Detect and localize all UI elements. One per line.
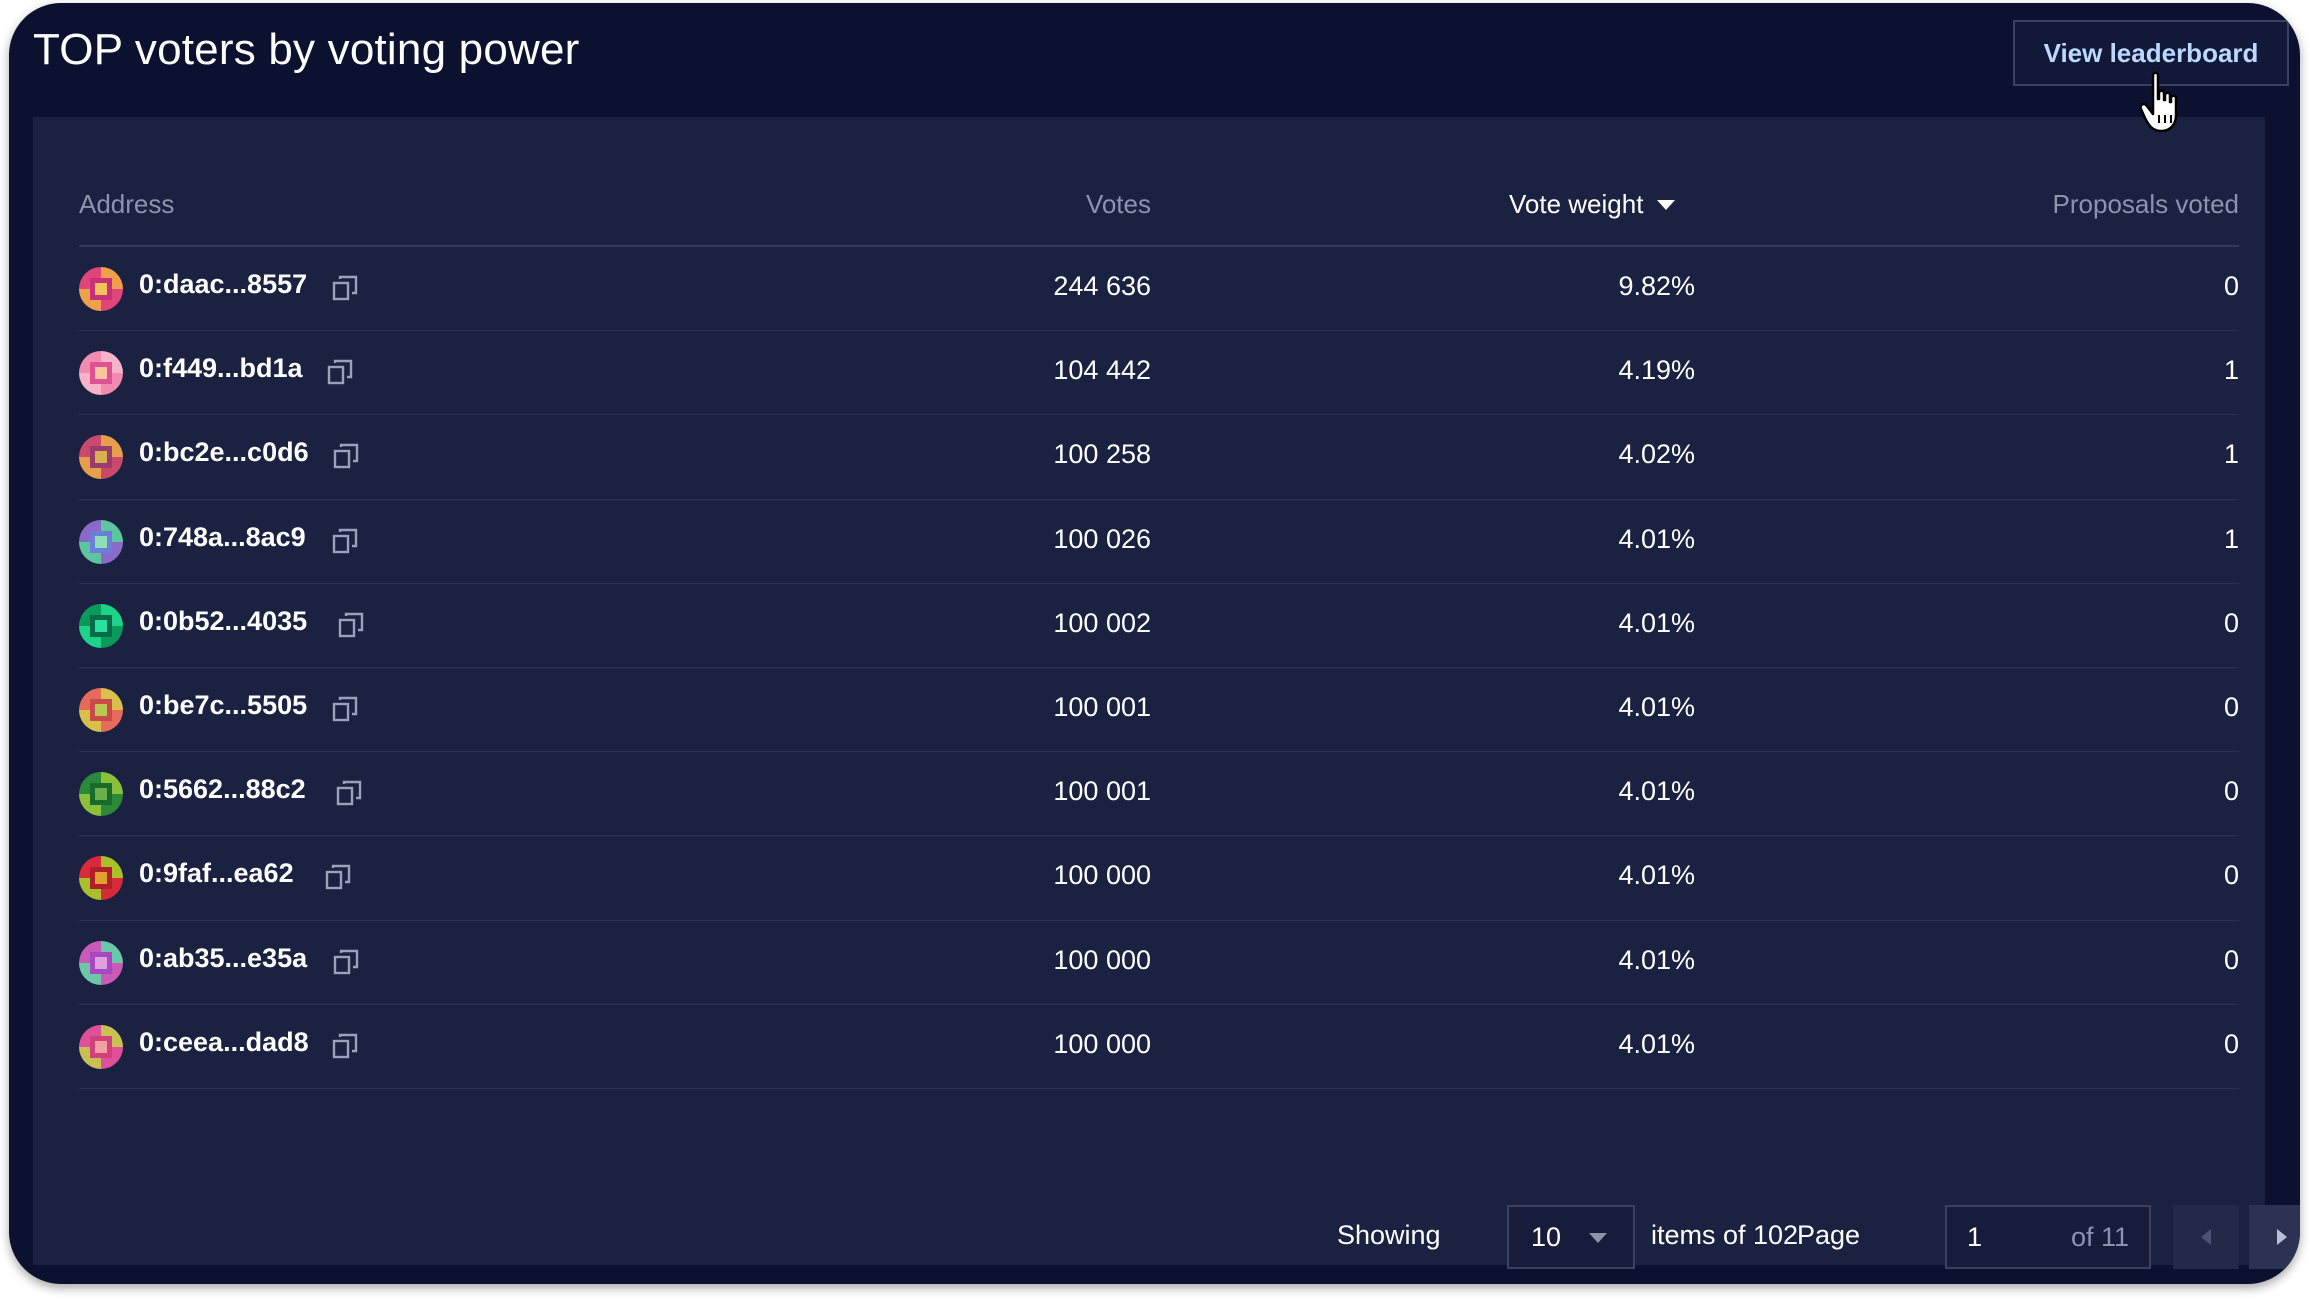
next-page-button[interactable] <box>2249 1205 2300 1269</box>
avatar <box>79 519 123 564</box>
vote-weight-value: 4.19% <box>1618 355 1695 386</box>
total-pages-label: of 11 <box>2070 1222 2129 1252</box>
avatar <box>79 856 123 901</box>
proposals-voted-value: 1 <box>2223 523 2239 554</box>
pagination: Showing 10 items of 102 Page 1 of 11 <box>79 1205 2300 1269</box>
copy-icon[interactable] <box>331 274 359 302</box>
page-size-select[interactable]: 10 <box>1507 1205 1635 1269</box>
avatar <box>79 687 123 732</box>
proposals-voted-value: 0 <box>2223 271 2239 301</box>
avatar <box>79 603 123 648</box>
app-window: TOP voters by voting power View leaderbo… <box>9 3 2300 1284</box>
page-size-value: 10 <box>1531 1222 1562 1252</box>
page-title: TOP voters by voting power <box>33 25 580 74</box>
avatar <box>79 940 123 985</box>
table-row[interactable]: 0:ab35...e35a 100 000 4.01% 0 <box>79 921 2239 1005</box>
previous-page-button[interactable] <box>2173 1205 2239 1269</box>
avatar <box>79 267 123 311</box>
copy-icon[interactable] <box>332 948 360 976</box>
avatar <box>79 435 123 480</box>
table-row[interactable]: 0:9faf...ea62 100 000 4.01% 0 <box>79 836 2239 921</box>
votes-value: 100 000 <box>1053 860 1151 891</box>
vote-weight-value: 4.01% <box>1618 944 1695 975</box>
copy-icon[interactable] <box>331 695 359 723</box>
voters-panel: Address Votes Vote weight Proposals vote… <box>33 117 2300 1269</box>
voter-address[interactable]: 0:ceea...dad8 <box>139 1027 309 1058</box>
voter-address[interactable]: 0:f449...bd1a <box>139 353 303 384</box>
votes-value: 100 258 <box>1053 439 1151 470</box>
voter-address[interactable]: 0:be7c...5505 <box>139 690 307 721</box>
copy-icon[interactable] <box>331 527 359 555</box>
chevron-right-icon <box>2277 1229 2287 1245</box>
copy-icon[interactable] <box>326 358 354 386</box>
table-row[interactable]: 0:be7c...5505 100 001 4.01% 0 <box>79 668 2239 753</box>
table-row[interactable]: 0:bc2e...c0d6 100 258 4.02% 1 <box>79 415 2239 500</box>
avatar <box>79 1024 123 1069</box>
avatar <box>79 772 123 817</box>
proposals-voted-value: 0 <box>2223 860 2239 891</box>
table-row[interactable]: 0:748a...8ac9 100 026 4.01% 1 <box>79 500 2239 584</box>
caret-down-icon <box>1657 199 1676 210</box>
chevron-left-icon <box>2201 1229 2211 1245</box>
column-header-vote-weight[interactable]: Vote weight <box>1509 189 1676 220</box>
votes-value: 104 442 <box>1053 355 1151 386</box>
vote-weight-value: 4.01% <box>1618 860 1695 891</box>
voter-address[interactable]: 0:bc2e...c0d6 <box>139 437 309 468</box>
vote-weight-value: 4.01% <box>1618 523 1695 554</box>
column-header-vote-weight-label: Vote weight <box>1509 189 1644 219</box>
proposals-voted-value: 0 <box>2223 776 2239 807</box>
column-header-address[interactable]: Address <box>79 189 174 220</box>
votes-value: 100 000 <box>1053 944 1151 975</box>
current-page-value: 1 <box>1967 1222 1983 1252</box>
page-number-input[interactable]: 1 of 11 <box>1945 1205 2151 1269</box>
table-row[interactable]: 0:ceea...dad8 100 000 4.01% 0 <box>79 1005 2239 1089</box>
votes-value: 100 000 <box>1053 1028 1151 1059</box>
proposals-voted-value: 1 <box>2223 355 2239 386</box>
voter-address[interactable]: 0:9faf...ea62 <box>139 858 294 889</box>
voters-table: Address Votes Vote weight Proposals vote… <box>79 169 2300 1269</box>
hand-pointer-icon <box>2139 71 2178 133</box>
votes-value: 100 001 <box>1053 776 1151 807</box>
proposals-voted-value: 0 <box>2223 691 2239 722</box>
table-row[interactable]: 0:0b52...4035 100 002 4.01% 0 <box>79 584 2239 668</box>
voter-address[interactable]: 0:daac...8557 <box>139 269 307 300</box>
proposals-voted-value: 0 <box>2223 944 2239 975</box>
copy-icon[interactable] <box>335 779 363 807</box>
chevron-down-icon <box>1589 1233 1607 1243</box>
copy-icon[interactable] <box>332 442 360 470</box>
vote-weight-value: 4.02% <box>1618 439 1695 470</box>
votes-value: 100 001 <box>1053 691 1151 722</box>
items-count-label: items of 102 <box>1651 1220 1799 1250</box>
voter-address[interactable]: 0:748a...8ac9 <box>139 522 306 553</box>
table-header: Address Votes Vote weight Proposals vote… <box>79 169 2239 247</box>
voter-address[interactable]: 0:5662...88c2 <box>139 774 306 805</box>
table-row[interactable]: 0:daac...8557 244 636 9.82% 0 <box>79 247 2239 332</box>
avatar <box>79 351 123 396</box>
column-header-proposals-voted[interactable]: Proposals voted <box>2053 189 2239 220</box>
table-row[interactable]: 0:f449...bd1a 104 442 4.19% 1 <box>79 331 2239 416</box>
copy-icon[interactable] <box>337 611 365 639</box>
table-row[interactable]: 0:5662...88c2 100 001 4.01% 0 <box>79 752 2239 837</box>
showing-label: Showing <box>1337 1220 1441 1250</box>
vote-weight-value: 4.01% <box>1618 1028 1695 1059</box>
proposals-voted-value: 1 <box>2223 439 2239 470</box>
voter-address[interactable]: 0:ab35...e35a <box>139 943 307 974</box>
votes-value: 244 636 <box>1053 271 1151 301</box>
column-header-votes[interactable]: Votes <box>1086 189 1151 220</box>
vote-weight-value: 4.01% <box>1618 776 1695 807</box>
proposals-voted-value: 0 <box>2223 1028 2239 1059</box>
copy-icon[interactable] <box>324 863 352 891</box>
vote-weight-value: 4.01% <box>1618 691 1695 722</box>
votes-value: 100 026 <box>1053 523 1151 554</box>
page-label: Page <box>1797 1220 1861 1250</box>
copy-icon[interactable] <box>331 1032 359 1060</box>
table-body: 0:daac...8557 244 636 9.82% 0 0:f449...bd1a 1… <box>79 247 2239 1089</box>
voter-address[interactable]: 0:0b52...4035 <box>139 606 307 637</box>
vote-weight-value: 4.01% <box>1618 607 1695 638</box>
proposals-voted-value: 0 <box>2223 607 2239 638</box>
votes-value: 100 002 <box>1053 607 1151 638</box>
vote-weight-value: 9.82% <box>1618 271 1695 301</box>
